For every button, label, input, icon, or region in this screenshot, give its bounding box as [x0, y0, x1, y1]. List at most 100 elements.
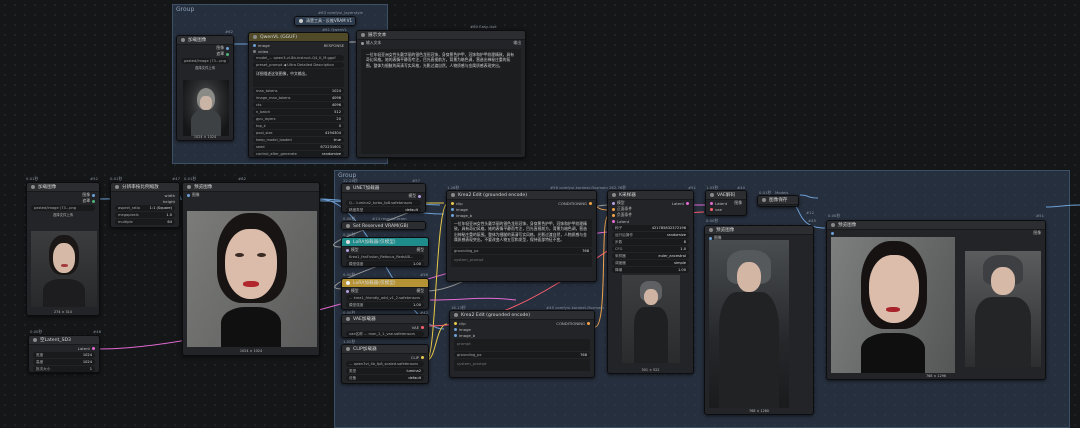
image-input[interactable]: image [456, 207, 468, 212]
clip-input[interactable]: clip [459, 321, 466, 326]
collapse-dot-icon[interactable] [710, 193, 714, 197]
collapse-dot-icon[interactable] [181, 38, 185, 42]
clip-type-widget[interactable]: 类型 lumina2 [346, 368, 424, 374]
clip-input[interactable]: clip [456, 201, 463, 206]
grounding-px-widget[interactable]: grounding_px 768 [454, 352, 590, 358]
mask-output[interactable]: 遮罩 [82, 198, 90, 204]
scale-node[interactable]: 分辨率按比例缩放 width height aspect_ratio 1:1 (S… [110, 182, 180, 228]
collapse-dot-icon[interactable] [253, 35, 257, 39]
system-prompt-textarea[interactable]: system_prompt [454, 359, 590, 371]
collapse-dot-icon[interactable] [709, 228, 713, 232]
collapse-dot-icon[interactable] [346, 240, 350, 244]
collapse-dot-icon[interactable] [346, 224, 350, 228]
batch-widget[interactable]: 批次大小 1 [33, 366, 95, 372]
preview-image-node-left[interactable]: 预览图像 图像 1024 × 1024 [182, 182, 320, 356]
load-image-node-top[interactable]: 加载图像 图像 遮罩 pasted/image (73...png 选择文件上传… [176, 35, 234, 141]
image-select[interactable]: pasted/image (73...png [181, 58, 229, 64]
model-output[interactable]: 模型 [408, 193, 416, 199]
collapse-dot-icon[interactable] [451, 193, 455, 197]
negative-input[interactable]: 负面条件 [617, 212, 632, 218]
image-select[interactable]: pasted/image (73...png [31, 205, 95, 211]
param-widget[interactable]: 步数 8 [612, 239, 689, 245]
show-text-node[interactable]: 展示文本 输入文本 输出 一位年轻亚洲女性头戴华丽的银色龙形冠饰，身穿黑色护甲，冠… [356, 30, 526, 158]
grounding-px-widget[interactable]: grounding_px 768 [451, 248, 592, 254]
conditioning-output[interactable]: CONDITIONING [556, 321, 585, 326]
save-image-node[interactable]: 图像保存 [757, 195, 799, 207]
collapse-dot-icon[interactable] [115, 185, 119, 189]
param-widget[interactable]: control_after_generate randomize [253, 151, 344, 157]
width-widget[interactable]: 宽度 1024 [33, 352, 95, 358]
vae-decode-node[interactable]: VAE解码 Latent 图像 vae [705, 190, 747, 216]
model-output[interactable]: 模型 [416, 247, 424, 253]
mask-output[interactable]: 遮罩 [216, 51, 224, 57]
model-output[interactable]: 模型 [416, 288, 424, 294]
height-widget[interactable]: 高度 1024 [33, 359, 95, 365]
param-widget[interactable]: seed 672231601 [253, 144, 344, 150]
collapse-dot-icon[interactable] [346, 281, 350, 285]
param-widget[interactable]: 降噪 1.00 [612, 267, 689, 273]
param-widget[interactable]: 运行后操作 randomize [612, 232, 689, 238]
image-output[interactable]: 图像 [734, 200, 742, 206]
ksampler-node[interactable]: K采样器 模型 Latent 正面条件 负面条件 Latent 种子 4217858… [607, 190, 694, 374]
latent-input[interactable]: Latent [617, 219, 629, 224]
param-widget[interactable]: n_batch 512 [253, 109, 344, 115]
image-input[interactable]: image [459, 327, 471, 332]
width-output[interactable]: width [165, 193, 175, 198]
model-select[interactable]: model_... qwen3-vl-8b-instruct-Q4_K_M.gg… [253, 55, 344, 61]
system-prompt-textarea[interactable]: system_prompt [451, 255, 592, 267]
model-input[interactable]: 模型 [351, 247, 359, 253]
height-output[interactable]: height [163, 199, 175, 204]
weight-dtype-widget[interactable]: 精度类型 default [346, 207, 421, 212]
krea-edit-node-2[interactable]: Krea2 Edit (grounded encode) clip CONDITI… [449, 310, 595, 378]
node-canvas[interactable]: Group Group #63 comfyui_layerstyle 清楚工具 … [0, 0, 1080, 428]
collapse-dot-icon[interactable] [31, 185, 35, 189]
text-input[interactable]: 输入文本 [366, 40, 381, 46]
param-widget[interactable]: 调度器 simple [612, 260, 689, 266]
latent-output[interactable]: Latent [672, 201, 684, 206]
collapse-dot-icon[interactable] [454, 313, 458, 317]
prompt-textarea[interactable]: 一位年轻亚洲女性头戴华丽的银色龙形冠饰，身穿黑色护甲，冠饰和护甲纹理精致，具有奇… [451, 219, 592, 247]
param-widget[interactable]: CFG 1.0 [612, 246, 689, 252]
multiple-widget[interactable]: multiple 64 [115, 219, 175, 225]
image-b-input[interactable]: image_b [459, 333, 475, 338]
lora-loader-node-2[interactable]: LoRA加载器(仅模型) 模型 模型 ... krea1_friendly_add… [341, 278, 429, 310]
param-widget[interactable]: pool_size 4194304 [253, 130, 344, 136]
preset-prompt-select[interactable]: preset_prompt ◀ Ultra Detailed Descripti… [253, 62, 344, 68]
image-input[interactable]: image [258, 43, 270, 48]
collapse-dot-icon[interactable] [346, 186, 350, 190]
megapixels-widget[interactable]: megapixels 1.0 [115, 212, 175, 218]
lora-name-select[interactable]: Krea1_fanFusion_Refocus_RedsUB... [346, 254, 424, 260]
param-widget[interactable]: 采样器 euler_ancestral [612, 253, 689, 259]
latent-output[interactable]: Latent [78, 346, 90, 351]
param-widget[interactable]: gpu_layers 20 [253, 116, 344, 122]
collapse-dot-icon[interactable] [299, 19, 303, 23]
clip-device-widget[interactable]: 设备 default [346, 375, 424, 381]
collapse-dot-icon[interactable] [762, 198, 766, 202]
lora-name-select[interactable]: ... krea1_friendly_add_v1_2.safetensors [346, 295, 424, 301]
unet-loader-node[interactable]: UNET加载器 模型 Q... lumina2_turbo_fp8.safete… [341, 183, 426, 213]
image-b-input[interactable]: image_b [456, 213, 472, 218]
collapse-dot-icon[interactable] [346, 317, 350, 321]
collapse-dot-icon[interactable] [361, 33, 365, 37]
collapse-dot-icon[interactable] [33, 338, 37, 342]
param-widget[interactable]: max_tokens 1024 [253, 88, 344, 94]
lora-strength-widget[interactable]: 模型强度 1.00 [346, 261, 424, 266]
upload-button[interactable]: 选择文件上传 [177, 65, 233, 70]
krea-edit-node-1[interactable]: Krea2 Edit (grounded encode) clip CONDITI… [446, 190, 597, 282]
vae-name-select[interactable]: vae名称 ... man_2_1_vae.safetensors [346, 331, 424, 337]
qwen-header-node[interactable]: 清楚工具 - 反推VRAM V1 [294, 16, 356, 26]
clip-loader-node[interactable]: CLIP加载器 CLIP ... qwen3vl_4b_fp8_scaled.s… [341, 344, 429, 384]
param-widget[interactable]: ctx 4096 [253, 102, 344, 108]
load-image-node-left[interactable]: 加载图像 图像 遮罩 pasted/image (73...png 选择文件上传… [26, 182, 100, 316]
collapse-dot-icon[interactable] [346, 347, 350, 351]
preview-image-node-right[interactable]: 预览图像 图像 768 × 1296 [826, 220, 1046, 380]
clip-output[interactable]: CLIP [411, 355, 419, 360]
clip-name-select[interactable]: ... qwen3vl_4b_fp8_scaled.safetensors [346, 361, 424, 367]
model-input[interactable]: 模型 [351, 288, 359, 294]
prompt-textarea[interactable]: prompt [454, 339, 590, 351]
param-widget[interactable]: top_k 0 [253, 123, 344, 129]
video-input[interactable]: video [258, 49, 268, 54]
aspect-ratio-widget[interactable]: aspect_ratio 1:1 (Square) [115, 205, 175, 211]
param-widget[interactable]: image_max_tokens 4096 [253, 95, 344, 101]
param-widget[interactable]: keep_model_loaded true [253, 137, 344, 143]
